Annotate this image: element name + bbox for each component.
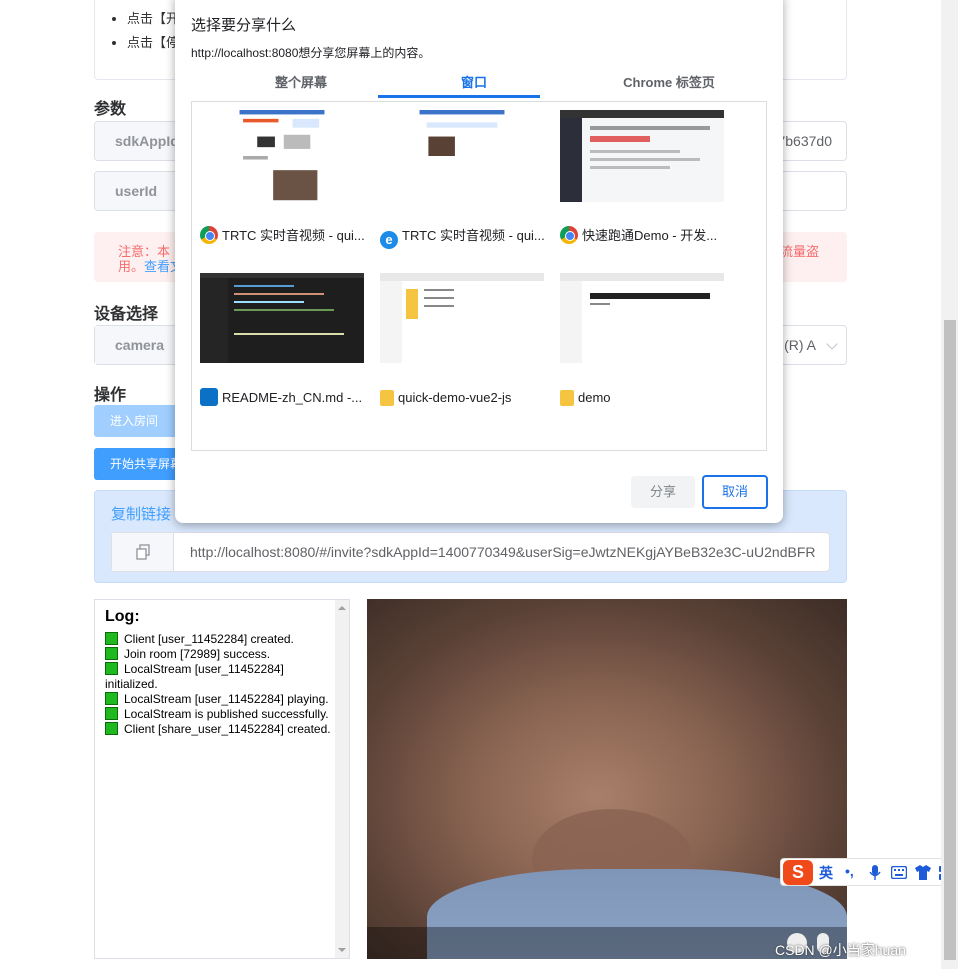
log-entry: Client [share_user_11452284] created. [105, 722, 339, 737]
copy-button[interactable] [112, 533, 174, 571]
device-title: 设备选择 [94, 306, 159, 323]
log-entry: LocalStream [user_11452284] initialized. [105, 662, 284, 691]
tab-window[interactable]: 窗口 [394, 73, 554, 93]
window-thumbnail [239, 110, 325, 202]
sogou-logo-icon[interactable]: S [783, 860, 813, 885]
window-label: demo [560, 388, 730, 408]
params-title: 参数 [94, 101, 127, 118]
scroll-up-icon[interactable] [335, 602, 349, 614]
log-entry: LocalStream [user_11452284] playing. [105, 692, 339, 707]
chrome-icon [200, 226, 218, 244]
invite-url-field[interactable]: http://localhost:8080/#/invite?sdkAppId=… [111, 532, 830, 572]
sdkappid-value: 7b637d0 [777, 133, 832, 149]
alert-text-right: 流量盗 [779, 244, 819, 259]
ime-toolbar[interactable]: S 英 •, [780, 858, 958, 886]
share-button[interactable]: 分享 [631, 476, 695, 508]
window-thumbnail [560, 110, 724, 202]
log-panel[interactable]: Log: Client [user_11452284] created. Joi… [94, 599, 350, 959]
scroll-down-icon[interactable] [335, 944, 349, 956]
window-thumbnail [200, 273, 364, 363]
window-thumbnail [560, 273, 724, 363]
window-label: e TRTC 实时音视频 - qui... [380, 226, 550, 249]
chevron-down-icon [826, 338, 838, 350]
watermark: CSDN @小当家huan [775, 942, 906, 958]
status-square-icon [105, 647, 118, 660]
log-entry: Join room [72989] success. [105, 647, 339, 662]
punctuation-icon[interactable]: •, [845, 863, 854, 879]
log-entry: Client [user_11452284] created. [105, 632, 339, 647]
copy-icon [136, 544, 150, 560]
edge-icon: e [380, 231, 398, 249]
screen-share-dialog: 选择要分享什么 http://localhost:8080想分享您屏幕上的内容。… [175, 0, 783, 523]
alert-text: 注意：本 [118, 244, 171, 259]
window-grid: TRTC 实时音视频 - qui... e TRTC 实时音视频 - qui... [191, 101, 767, 451]
window-label: 快速跑通Demo - 开发... [560, 226, 730, 246]
status-square-icon [105, 707, 118, 720]
active-tab-indicator [378, 95, 540, 98]
window-thumbnail [380, 273, 544, 363]
log-entry: LocalStream is published successfully. [105, 707, 339, 722]
tab-entire-screen[interactable]: 整个屏幕 [221, 73, 381, 93]
log-scrollbar[interactable] [335, 600, 349, 958]
status-square-icon [105, 662, 118, 675]
window-label: README-zh_CN.md -... [200, 388, 370, 408]
enter-room-button[interactable]: 进入房间 [94, 405, 184, 437]
actions-title: 操作 [94, 387, 127, 404]
ime-language[interactable]: 英 [819, 863, 833, 883]
skin-icon[interactable] [915, 865, 931, 880]
dialog-tabs: 整个屏幕 窗口 Chrome 标签页 [191, 73, 767, 103]
microphone-icon[interactable] [869, 865, 881, 881]
camera-value: (R) A [784, 337, 816, 353]
status-square-icon [105, 692, 118, 705]
keyboard-icon[interactable] [891, 866, 907, 879]
status-square-icon [105, 632, 118, 645]
dialog-title: 选择要分享什么 [191, 17, 297, 34]
folder-icon [560, 390, 574, 406]
log-title: Log: [105, 608, 140, 625]
status-square-icon [105, 722, 118, 735]
folder-icon [380, 390, 394, 406]
window-label: TRTC 实时音视频 - qui... [200, 226, 370, 246]
copy-link-title: 复制链接 [111, 506, 172, 523]
chrome-icon [560, 226, 578, 244]
cancel-button[interactable]: 取消 [702, 475, 768, 509]
invite-url-text: http://localhost:8080/#/invite?sdkAppId=… [190, 544, 816, 560]
start-share-button[interactable]: 开始共享屏幕 [94, 448, 184, 480]
window-label: quick-demo-vue2-js [380, 388, 550, 408]
page: 点击【开 点击【停 参数 sdkAppId 7b637d0 userId 注意：… [0, 0, 958, 969]
vscode-icon [200, 388, 218, 406]
local-video [367, 599, 847, 959]
tab-chrome-tab[interactable]: Chrome 标签页 [589, 73, 749, 93]
dialog-subtitle: http://localhost:8080想分享您屏幕上的内容。 [191, 46, 431, 60]
window-thumbnail [419, 110, 505, 202]
alert-text-2: 用。 [118, 259, 145, 274]
page-scroll-thumb[interactable] [944, 320, 956, 960]
